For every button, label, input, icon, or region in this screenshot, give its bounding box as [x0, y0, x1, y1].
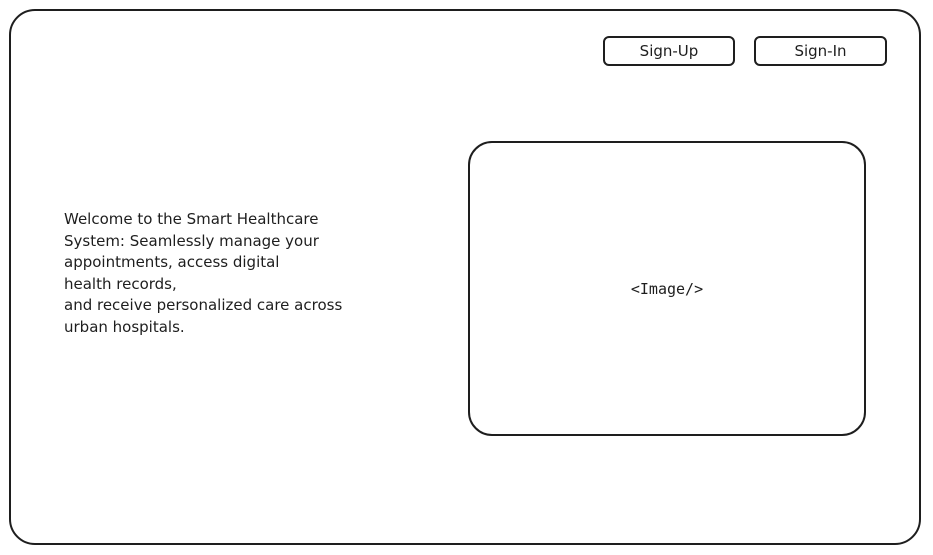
- sign-in-button[interactable]: Sign-In: [754, 36, 887, 66]
- sign-up-button[interactable]: Sign-Up: [603, 36, 735, 66]
- image-placeholder: <Image/>: [468, 141, 866, 436]
- welcome-text: Welcome to the Smart Healthcare System: …: [64, 210, 343, 336]
- image-placeholder-label: <Image/>: [630, 279, 704, 298]
